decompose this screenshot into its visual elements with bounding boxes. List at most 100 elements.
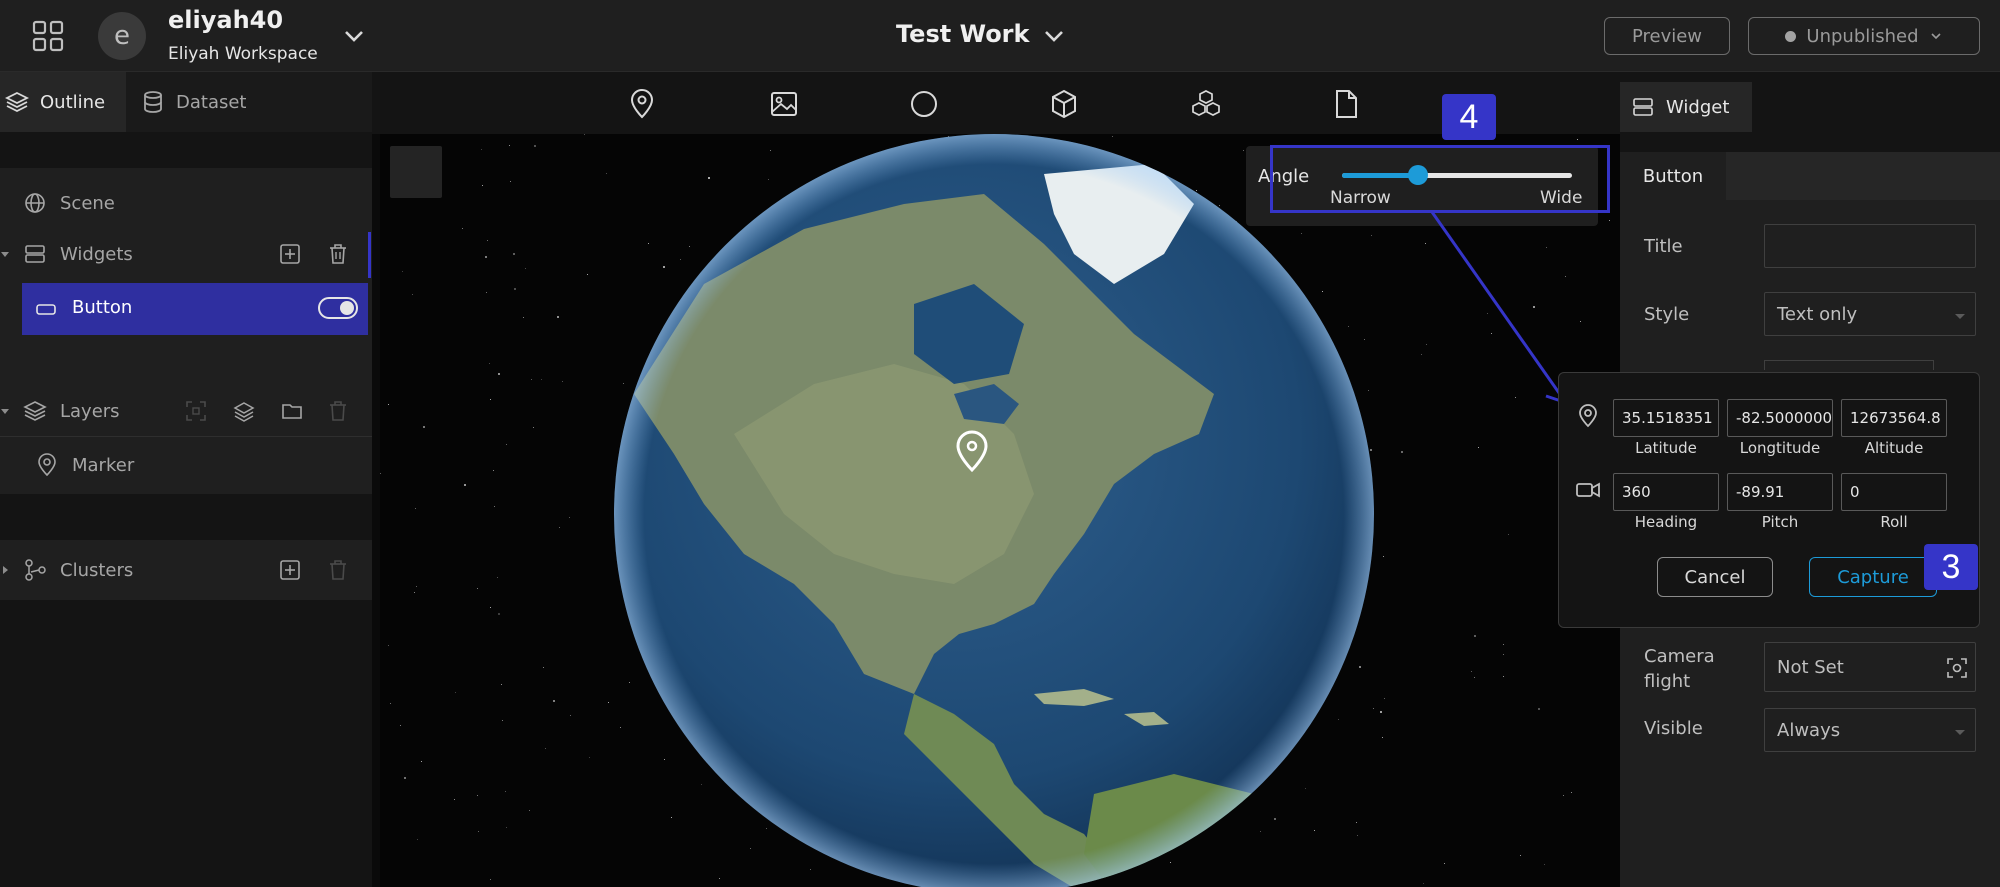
layers-icon <box>23 401 47 421</box>
project-title: Test Work <box>896 20 1030 48</box>
avatar[interactable]: e <box>98 12 146 60</box>
star <box>412 294 413 295</box>
star <box>414 592 415 593</box>
map-pin-icon <box>1579 404 1597 428</box>
longitude-input[interactable]: -82.5000000 <box>1727 399 1833 437</box>
subtab-strip: Button <box>1620 152 2000 200</box>
outline-item-clusters[interactable]: Clusters <box>0 545 372 595</box>
folder-add-icon[interactable] <box>280 399 304 423</box>
star <box>1580 321 1581 322</box>
latitude-input[interactable]: 35.1518351 <box>1613 399 1719 437</box>
capture-camera-icon[interactable] <box>1945 656 1969 680</box>
star <box>523 317 524 318</box>
star <box>506 827 507 828</box>
chevron-down-icon[interactable] <box>1040 22 1068 50</box>
scan-icon[interactable] <box>184 399 208 423</box>
star <box>402 271 403 272</box>
tab-widget[interactable]: Widget <box>1620 82 1752 132</box>
star <box>490 607 491 608</box>
star <box>514 288 516 290</box>
outline-item-button[interactable]: Button <box>22 283 368 335</box>
cancel-button[interactable]: Cancel <box>1657 557 1773 597</box>
trash-icon[interactable] <box>326 399 350 423</box>
visibility-toggle[interactable] <box>318 297 358 319</box>
star <box>1515 397 1516 398</box>
layers-icon <box>4 91 30 113</box>
star <box>1384 698 1385 699</box>
star <box>400 725 401 726</box>
visible-field-label: Visible <box>1644 718 1703 739</box>
add-icon[interactable] <box>278 242 302 266</box>
outline-item-widgets[interactable]: Widgets <box>0 229 372 279</box>
star <box>570 715 571 716</box>
map-pin-icon[interactable] <box>626 88 658 120</box>
style-select[interactable]: Text only <box>1764 292 1976 336</box>
chevron-down-icon[interactable] <box>340 22 368 50</box>
tab-outline[interactable]: Outline <box>0 72 126 132</box>
star <box>1546 247 1547 248</box>
star <box>421 761 422 762</box>
visible-select[interactable]: Always <box>1764 708 1976 752</box>
star <box>477 588 478 589</box>
star <box>505 791 506 792</box>
star <box>481 149 482 150</box>
subtab-button[interactable]: Button <box>1620 152 1726 200</box>
star <box>1538 708 1540 710</box>
globe-earth[interactable] <box>614 134 1374 887</box>
circle-icon[interactable] <box>908 88 940 120</box>
preview-button[interactable]: Preview <box>1604 17 1730 55</box>
altitude-caption: Altitude <box>1864 439 1924 457</box>
viewport-navigator[interactable] <box>390 146 442 198</box>
title-field[interactable] <box>1764 224 1976 268</box>
add-layer-icon[interactable] <box>232 399 256 423</box>
caret-down-icon[interactable] <box>0 249 10 259</box>
star <box>1423 883 1424 884</box>
star <box>608 702 609 703</box>
outline-item-scene[interactable]: Scene <box>0 178 372 228</box>
star <box>1533 306 1535 308</box>
publish-status-button[interactable]: Unpublished <box>1748 17 1980 55</box>
star <box>543 667 544 668</box>
hidden-field-edge <box>1764 360 1934 370</box>
capture-button[interactable]: Capture <box>1809 557 1937 597</box>
star <box>464 484 466 486</box>
star <box>569 517 570 518</box>
star <box>455 692 456 693</box>
longitude-caption: Longtitude <box>1739 439 1821 457</box>
cubes-icon[interactable] <box>1190 88 1222 120</box>
star <box>534 145 536 147</box>
outline-panel: Outline Dataset Scene Widgets Button Lay… <box>0 72 372 887</box>
star <box>1382 737 1383 738</box>
annotation-badge-3: 3 <box>1924 544 1978 590</box>
outline-item-layers[interactable]: Layers <box>0 386 372 436</box>
pitch-input[interactable]: -89.91 <box>1727 473 1833 511</box>
caret-down-icon[interactable] <box>0 406 10 416</box>
map-pin-icon <box>38 453 56 477</box>
add-icon[interactable] <box>278 558 302 582</box>
star <box>545 748 546 749</box>
highlight-box-4 <box>1270 145 1610 213</box>
image-icon[interactable] <box>768 88 800 120</box>
globe-icon <box>25 193 45 213</box>
star <box>490 399 491 400</box>
video-camera-icon <box>1576 482 1600 498</box>
altitude-input[interactable]: 12673564.8 <box>1841 399 1947 437</box>
caret-right-icon[interactable] <box>0 565 10 575</box>
file-icon[interactable] <box>1330 88 1362 120</box>
camera-flight-label: Camera flight <box>1644 644 1715 694</box>
star <box>497 577 498 578</box>
camera-flight-field[interactable]: Not Set <box>1764 642 1976 692</box>
star <box>531 379 532 380</box>
app-grid-icon[interactable] <box>28 16 68 56</box>
cube-icon[interactable] <box>1048 88 1080 120</box>
outline-item-marker[interactable]: Marker <box>0 440 372 490</box>
trash-icon[interactable] <box>326 242 350 266</box>
cluster-icon <box>25 559 46 581</box>
trash-icon[interactable] <box>326 558 350 582</box>
heading-input[interactable]: 360 <box>1613 473 1719 511</box>
tab-dataset[interactable]: Dataset <box>136 72 256 132</box>
star <box>454 799 455 800</box>
clusters-label: Clusters <box>60 559 134 581</box>
star <box>502 720 503 721</box>
roll-input[interactable]: 0 <box>1841 473 1947 511</box>
